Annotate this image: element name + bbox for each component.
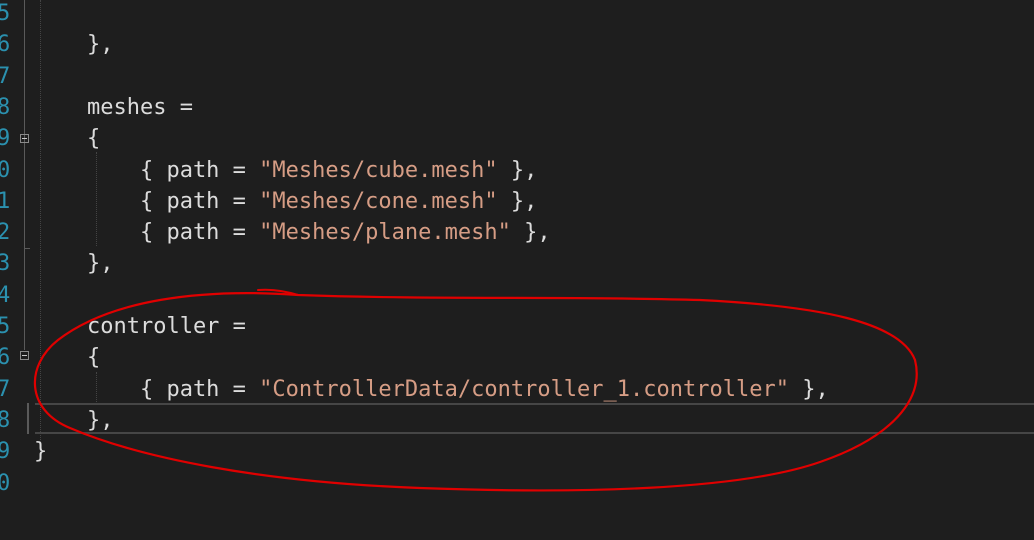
string-literal: "Meshes/cube.mesh" — [259, 157, 498, 183]
code-line: meshes = — [34, 92, 193, 123]
code-line: { path = "ControllerData/controller_1.co… — [34, 374, 829, 405]
code-token: { path = — [34, 376, 260, 402]
code-line: { path = "Meshes/cone.mesh" }, — [34, 186, 537, 217]
fold-line — [24, 250, 25, 350]
line-number: 4 — [0, 282, 11, 308]
line-number: 9 — [0, 126, 11, 152]
code-line: controller = — [34, 311, 246, 342]
line-number: 1 — [0, 188, 11, 214]
line-number: 0 — [0, 470, 11, 496]
code-token: }, — [34, 32, 114, 58]
fold-end-marker — [24, 248, 30, 249]
code-editor[interactable]: 5 6 7 8 9 0 1 2 3 4 5 6 7 8 9 0 }, meshes = { { path = … — [0, 0, 1034, 540]
fold-line — [24, 0, 25, 250]
line-number: 5 — [0, 1, 11, 26]
code-token: { — [34, 126, 101, 152]
code-line: { path = "Meshes/plane.mesh" }, — [34, 217, 551, 248]
line-number: 2 — [0, 220, 11, 246]
code-token: }, — [788, 376, 829, 402]
line-number: 3 — [0, 251, 11, 277]
code-line: }, — [34, 405, 114, 436]
code-line: } — [34, 436, 47, 467]
string-literal: "Meshes/plane.mesh" — [259, 220, 511, 246]
changed-line-marker — [27, 403, 29, 434]
code-token: { path = — [34, 188, 260, 214]
line-number: 8 — [0, 407, 11, 433]
line-number: 6 — [0, 32, 11, 58]
line-number: 0 — [0, 157, 11, 183]
code-line: { path = "Meshes/cube.mesh" }, — [34, 155, 537, 186]
line-number: 7 — [0, 376, 11, 402]
fold-collapse-icon[interactable] — [20, 134, 29, 143]
line-number: 5 — [0, 314, 11, 339]
code-token: { path = — [34, 157, 260, 183]
line-number: 9 — [0, 439, 11, 465]
code-token: }, — [34, 407, 114, 433]
code-token: }, — [497, 157, 538, 183]
string-literal: "ControllerData/controller_1.controller" — [259, 376, 789, 402]
code-token: { — [34, 345, 101, 371]
line-number: 7 — [0, 63, 11, 89]
code-token: }, — [510, 220, 551, 246]
line-number: 6 — [0, 345, 11, 371]
code-line: { — [34, 123, 100, 154]
code-token: } — [34, 439, 48, 465]
current-line-highlight — [35, 403, 1034, 434]
code-token: }, — [34, 251, 114, 277]
code-token: meshes = — [34, 94, 193, 120]
code-token: controller = — [34, 314, 246, 339]
string-literal: "Meshes/cone.mesh" — [259, 188, 498, 214]
code-token: }, — [497, 188, 538, 214]
code-line: }, — [34, 29, 114, 60]
code-line: { — [34, 342, 100, 373]
code-line: }, — [34, 248, 114, 279]
red-circle-annotation — [34, 288, 918, 492]
line-number: 8 — [0, 94, 11, 120]
fold-collapse-icon[interactable] — [20, 351, 29, 360]
code-token: { path = — [34, 220, 260, 246]
